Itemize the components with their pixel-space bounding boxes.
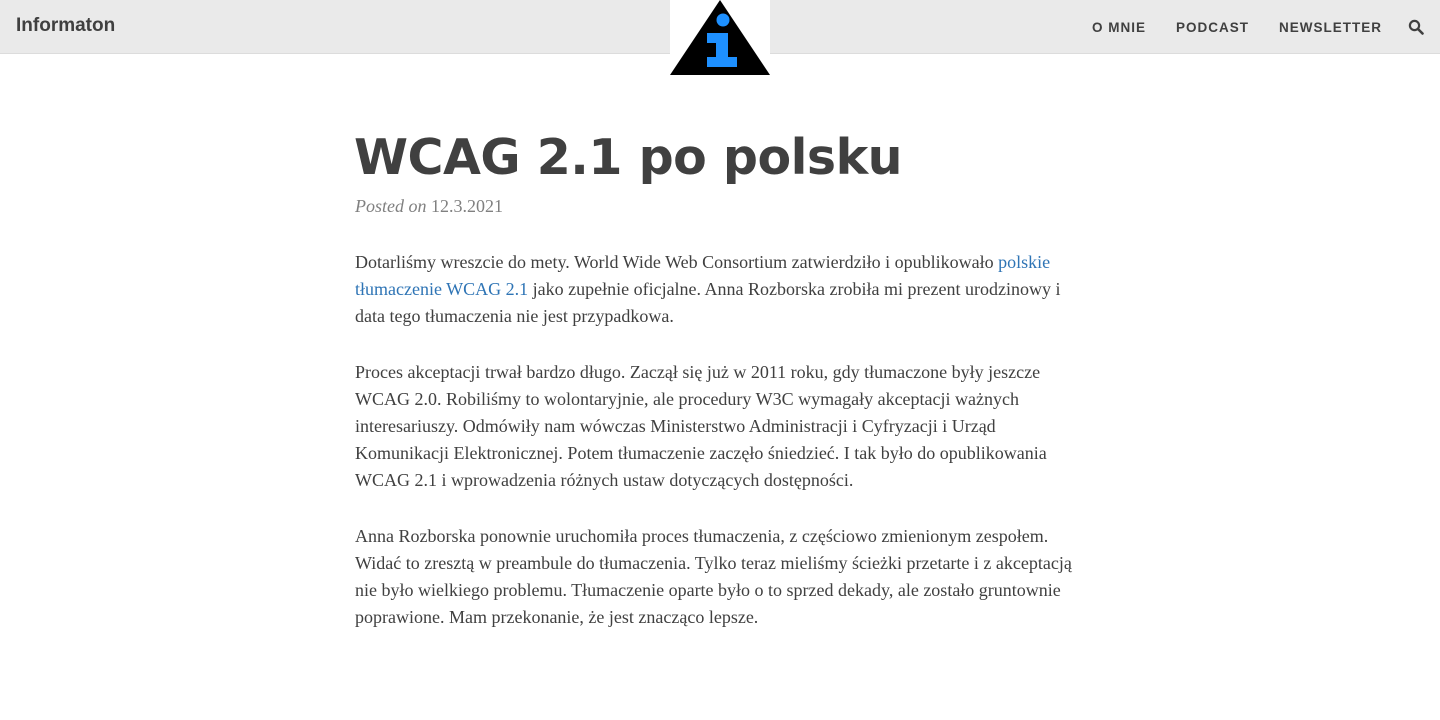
nav-link-podcast[interactable]: PODCAST	[1176, 20, 1249, 35]
paragraph-1: Dotarliśmy wreszcie do mety. World Wide …	[355, 249, 1090, 330]
paragraph-3: Anna Rozborska ponownie uruchomiła proce…	[355, 526, 1072, 627]
search-icon[interactable]	[1408, 19, 1424, 35]
paragraph-2: Proces akceptacji trwał bardzo długo. Za…	[355, 362, 1047, 490]
article-content: Dotarliśmy wreszcie do mety. World Wide …	[355, 249, 1090, 631]
site-header: Informaton O MNIE PODCAST NEWSLETTER	[0, 0, 1440, 77]
main-nav: O MNIE PODCAST NEWSLETTER	[1092, 0, 1440, 54]
post-date: 12.3.2021	[431, 196, 503, 216]
article: WCAG 2.1 po polsku Posted on 12.3.2021 D…	[354, 128, 1090, 660]
paragraph-1-text-before: Dotarliśmy wreszcie do mety. World Wide …	[355, 252, 999, 272]
article-title: WCAG 2.1 po polsku	[354, 129, 903, 186]
article-meta: Posted on 12.3.2021	[355, 196, 1090, 217]
nav-link-newsletter[interactable]: NEWSLETTER	[1279, 20, 1382, 35]
site-brand-link[interactable]: Informaton	[16, 15, 115, 37]
nav-link-o-mnie[interactable]: O MNIE	[1092, 20, 1146, 35]
info-triangle-icon	[670, 0, 770, 75]
posted-label: Posted on	[355, 196, 427, 216]
site-logo[interactable]	[670, 0, 770, 77]
